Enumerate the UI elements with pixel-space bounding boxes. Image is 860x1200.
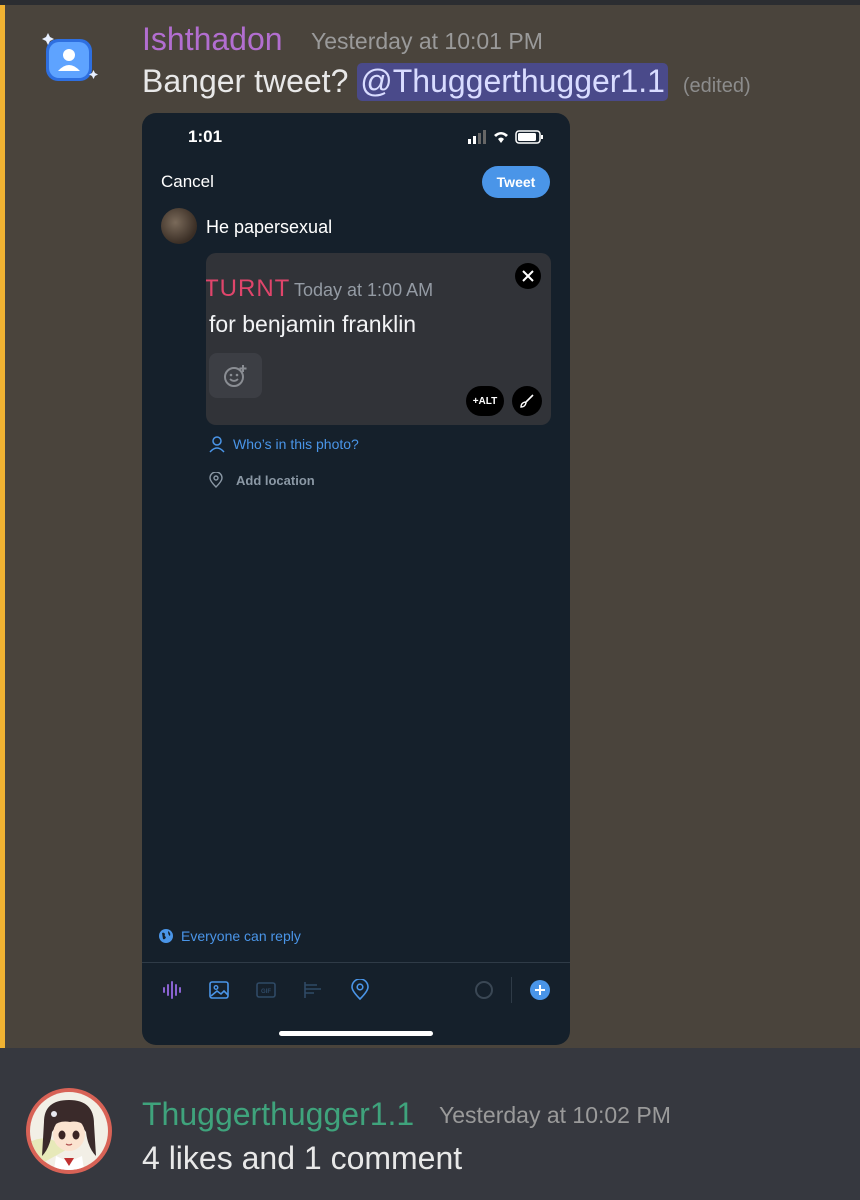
user-avatar[interactable] (42, 33, 98, 85)
message-timestamp: Yesterday at 10:02 PM (439, 1102, 671, 1128)
image-icon[interactable] (206, 977, 232, 1003)
home-indicator (279, 1031, 433, 1036)
author-name[interactable]: Ishthadon (142, 21, 283, 58)
attached-image[interactable]: TURNT Today at 1:00 AM for benjamin fran… (206, 253, 551, 425)
tag-people-link[interactable]: Who’s in this photo? (208, 435, 359, 453)
gif-icon[interactable]: GIF (253, 977, 279, 1003)
message-text: Banger tweet? (142, 63, 349, 99)
screenshot-attachment[interactable]: 1:01 Cancel Tweet He papersexual TURNT T… (142, 113, 570, 1045)
location-pin-icon[interactable] (347, 977, 373, 1003)
add-reaction-icon (209, 353, 262, 398)
reply-setting-label: Everyone can reply (181, 928, 301, 944)
compose-toolbar: GIF (142, 973, 570, 1009)
add-location-label: Add location (236, 472, 315, 488)
edited-label: (edited) (682, 75, 751, 97)
tweet-button[interactable]: Tweet (482, 166, 550, 198)
status-bar-icons (468, 130, 543, 144)
reply-setting[interactable]: Everyone can reply (158, 928, 301, 944)
message-content: Banger tweet? @Thuggerthugger1.1 (edited… (142, 63, 751, 101)
message-text: 4 likes and 1 comment (142, 1140, 463, 1176)
message-timestamp: Yesterday at 10:01 PM (311, 28, 543, 54)
status-time: 1:01 (188, 127, 223, 146)
message-ishthadon[interactable]: Ishthadon Yesterday at 10:01 PM Banger t… (0, 5, 860, 1048)
progress-ring-icon (471, 977, 497, 1003)
author-name[interactable]: Thuggerthugger1.1 (142, 1096, 414, 1133)
user-mention[interactable]: @Thuggerthugger1.1 (357, 63, 668, 101)
embedded-timestamp: Today at 1:00 AM (294, 280, 434, 300)
embedded-text: for benjamin franklin (209, 311, 417, 337)
person-icon (209, 436, 225, 453)
cancel-button[interactable]: Cancel (161, 172, 214, 192)
profile-avatar[interactable] (161, 208, 197, 244)
toolbar-divider (142, 962, 570, 963)
user-avatar[interactable] (26, 1088, 112, 1174)
location-pin-icon (209, 472, 223, 488)
remove-image-button[interactable] (515, 263, 541, 289)
anime-avatar-icon (30, 1092, 108, 1170)
close-icon (522, 270, 534, 282)
globe-icon (159, 929, 173, 943)
brush-icon (520, 394, 534, 408)
tweet-compose-text[interactable]: He papersexual (206, 217, 332, 238)
embedded-author: TURNT (206, 275, 291, 302)
tag-people-label: Who’s in this photo? (233, 436, 359, 452)
audio-wave-icon[interactable] (159, 977, 185, 1003)
alt-text-button[interactable]: +ALT (466, 386, 504, 416)
svg-text:GIF: GIF (261, 989, 271, 995)
toolbar-separator (511, 977, 512, 1003)
add-location-link[interactable]: Add location (208, 472, 315, 488)
add-thread-icon[interactable] (527, 977, 553, 1003)
user-silhouette-icon (42, 33, 98, 81)
poll-icon[interactable] (300, 977, 326, 1003)
edit-image-button[interactable] (512, 386, 542, 416)
mention-highlight-bar (0, 5, 5, 1048)
message-thuggerthugger[interactable]: Thuggerthugger1.1 Yesterday at 10:02 PM … (0, 1048, 860, 1200)
